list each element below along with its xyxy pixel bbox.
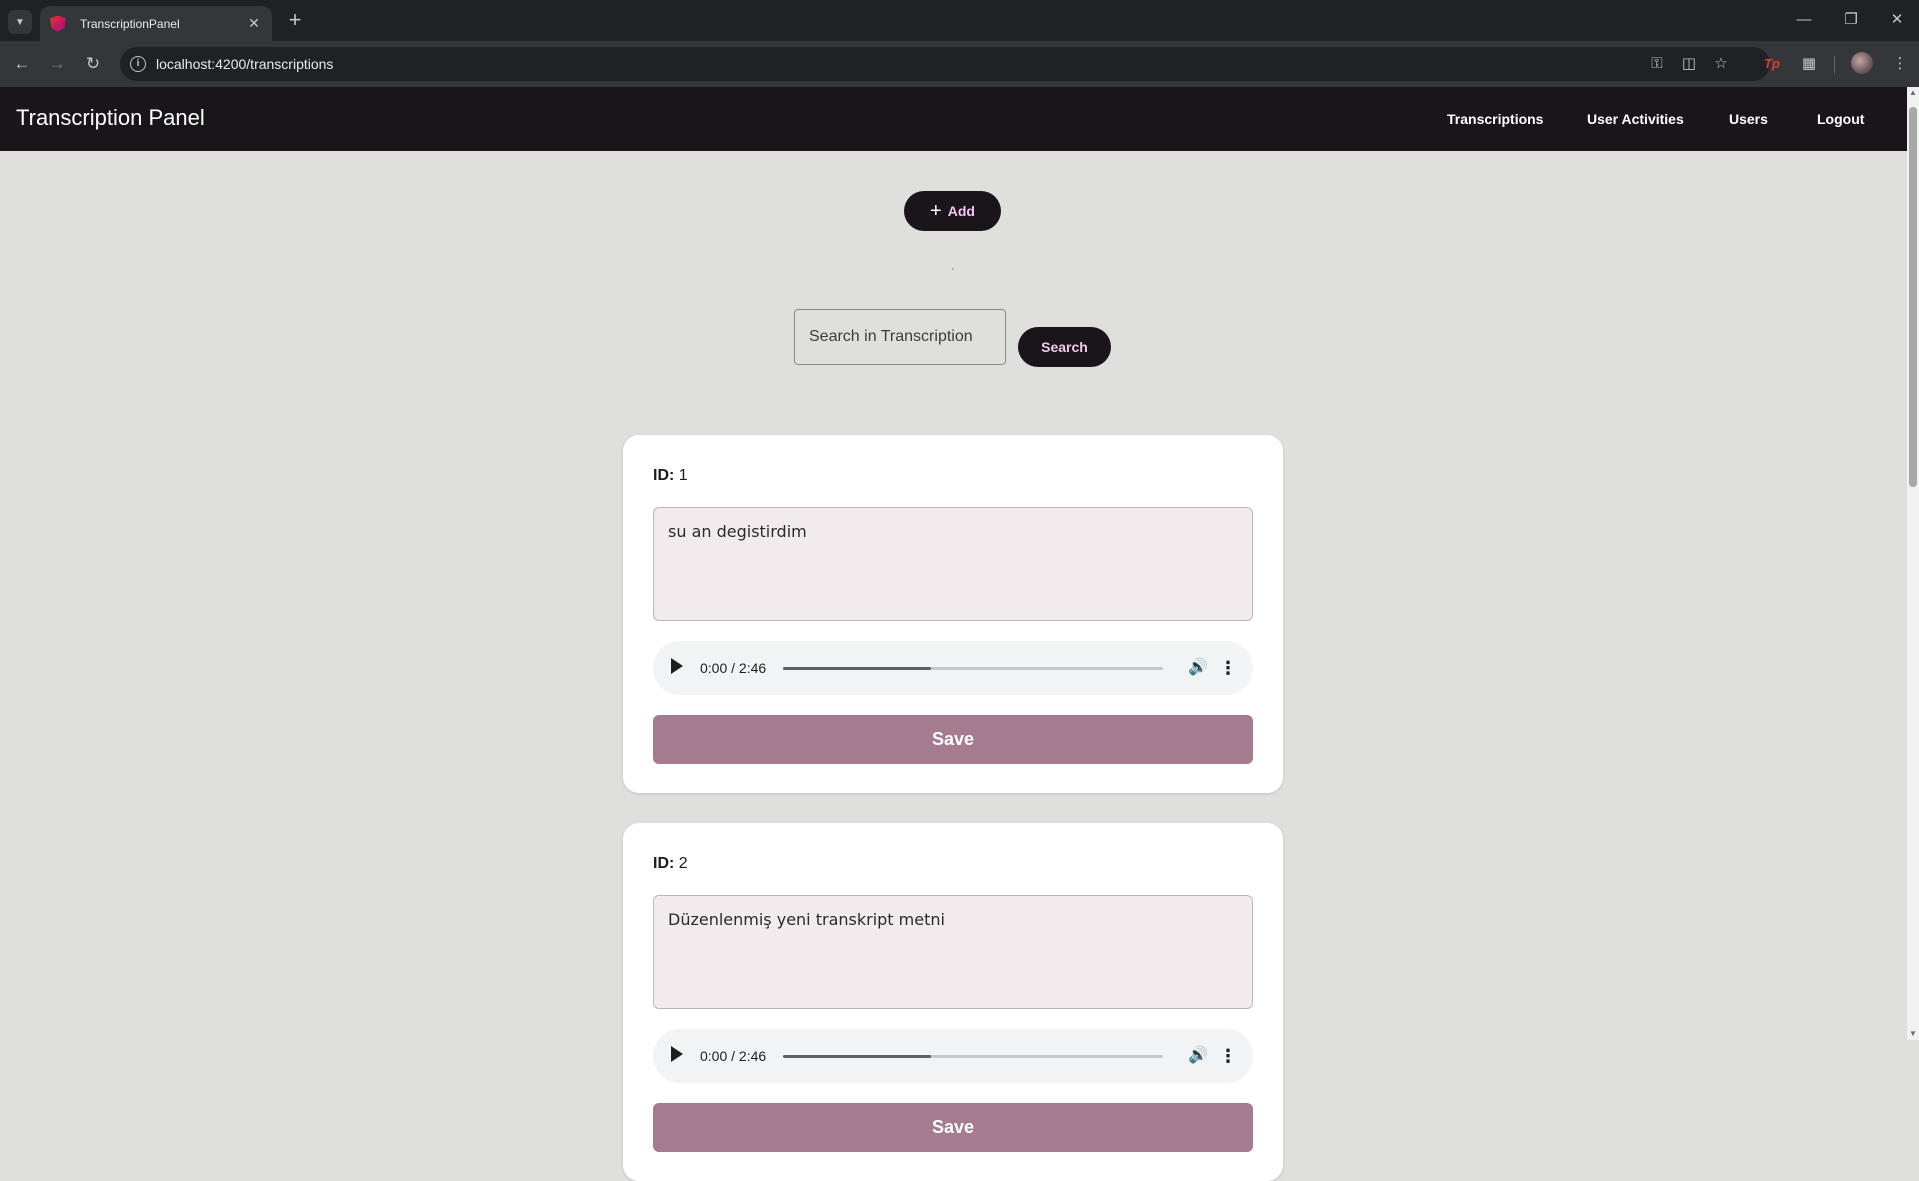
divider-dot — [952, 268, 954, 270]
tab-title: TranscriptionPanel — [80, 16, 180, 31]
browser-toolbar: ← → ↻ i localhost:4200/transcriptions ⚿ … — [0, 41, 1919, 87]
card-id-label: ID: — [653, 467, 675, 484]
play-icon[interactable] — [671, 658, 683, 674]
address-url[interactable]: localhost:4200/transcriptions — [156, 56, 333, 72]
audio-time: 0:00 / 2:46 — [700, 660, 767, 676]
minimize-icon[interactable]: — — [1784, 8, 1824, 34]
audio-progress-bar[interactable] — [783, 1055, 1163, 1058]
card-id-label: ID: — [653, 855, 675, 872]
restore-icon[interactable]: ❐ — [1831, 8, 1871, 34]
volume-icon[interactable]: 🔊 — [1187, 1044, 1209, 1068]
save-button[interactable]: Save — [653, 1103, 1253, 1152]
transcription-textarea[interactable]: Düzenlenmiş yeni transkript metni — [653, 895, 1253, 1009]
toolbar-divider — [1834, 56, 1835, 74]
play-icon[interactable] — [671, 1046, 683, 1062]
search-button[interactable]: Search — [1018, 327, 1111, 367]
scroll-up-icon[interactable]: ▲ — [1907, 87, 1919, 99]
audio-player[interactable]: 0:00 / 2:46 🔊 ⋮ — [653, 1029, 1253, 1083]
browser-tab[interactable]: TranscriptionPanel ✕ — [40, 6, 272, 41]
transcription-card: ID: 1 su an degistirdim 0:00 / 2:46 🔊 ⋮ … — [623, 435, 1283, 793]
back-icon[interactable]: ← — [9, 51, 35, 77]
search-input[interactable] — [794, 309, 1006, 365]
nav-user-activities[interactable]: User Activities — [1587, 111, 1684, 127]
window-close-icon[interactable]: ✕ — [1877, 8, 1917, 34]
card-id-value: 2 — [678, 855, 688, 872]
card-id-value: 1 — [678, 467, 688, 484]
transcription-textarea[interactable]: su an degistirdim — [653, 507, 1253, 621]
nav-transcriptions[interactable]: Transcriptions — [1447, 111, 1543, 127]
audio-player[interactable]: 0:00 / 2:46 🔊 ⋮ — [653, 641, 1253, 695]
more-options-icon[interactable]: ⋮ — [1219, 1044, 1237, 1068]
card-id: ID: 1 — [653, 467, 688, 485]
page-scrollbar[interactable]: ▲ ▼ — [1907, 87, 1919, 1040]
tab-search-icon[interactable]: ▼ — [8, 10, 32, 34]
extensions-puzzle-icon[interactable]: ▦ — [1797, 54, 1821, 74]
forward-icon[interactable]: → — [44, 51, 70, 77]
translate-icon[interactable]: ◫ — [1678, 54, 1700, 74]
add-button-label: Add — [947, 203, 975, 219]
audio-progress-fill — [783, 667, 932, 670]
nav-users[interactable]: Users — [1729, 111, 1768, 127]
card-id: ID: 2 — [653, 855, 688, 873]
plus-icon: + — [930, 200, 942, 222]
audio-progress-fill — [783, 1055, 932, 1058]
browser-tab-bar: ▼ TranscriptionPanel ✕ + — ❐ ✕ — [0, 0, 1919, 41]
bookmark-star-icon[interactable]: ☆ — [1710, 54, 1732, 74]
audio-time: 0:00 / 2:46 — [700, 1048, 767, 1064]
angular-favicon-icon — [50, 15, 66, 32]
transcription-card: ID: 2 Düzenlenmiş yeni transkript metni … — [623, 823, 1283, 1181]
password-key-icon[interactable]: ⚿ — [1646, 54, 1668, 74]
tab-close-icon[interactable]: ✕ — [244, 15, 264, 32]
reload-icon[interactable]: ↻ — [80, 51, 106, 77]
app-title: Transcription Panel — [16, 105, 205, 130]
scroll-thumb[interactable] — [1909, 107, 1917, 487]
scroll-down-icon[interactable]: ▼ — [1907, 1028, 1919, 1040]
nav-logout[interactable]: Logout — [1817, 111, 1864, 127]
tp-extension-icon[interactable]: Tp — [1760, 54, 1784, 74]
audio-progress-bar[interactable] — [783, 667, 1163, 670]
address-bar[interactable]: i localhost:4200/transcriptions ⚿ ◫ ☆ — [120, 47, 1770, 81]
site-info-icon[interactable]: i — [130, 56, 146, 72]
profile-avatar[interactable] — [1851, 52, 1873, 74]
volume-icon[interactable]: 🔊 — [1187, 656, 1209, 680]
browser-menu-icon[interactable]: ⋮ — [1888, 54, 1912, 74]
new-tab-button[interactable]: + — [282, 8, 308, 34]
add-button[interactable]: + Add — [904, 191, 1001, 231]
save-button[interactable]: Save — [653, 715, 1253, 764]
more-options-icon[interactable]: ⋮ — [1219, 656, 1237, 680]
app-header: Transcription Panel Transcriptions User … — [0, 87, 1907, 151]
